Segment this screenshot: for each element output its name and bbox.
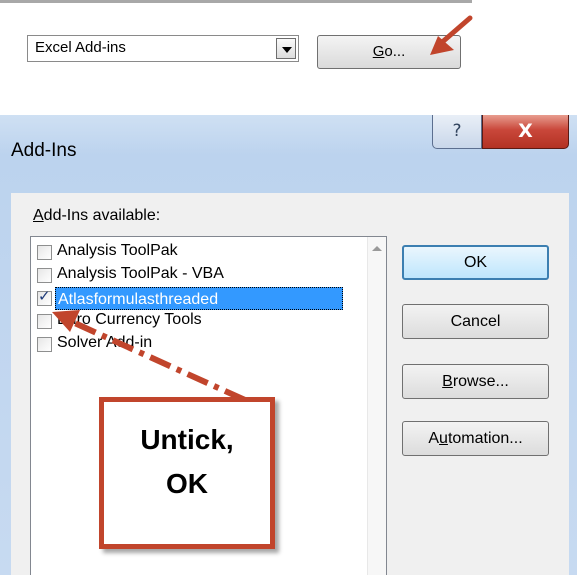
manage-dropdown-value: Excel Add-ins	[35, 39, 126, 56]
callout-line-2: OK	[166, 468, 208, 499]
list-item[interactable]: Analysis ToolPak	[37, 241, 347, 264]
list-item[interactable]: Solver Add-in	[37, 333, 347, 356]
cancel-button[interactable]: Cancel	[402, 304, 549, 339]
help-button[interactable]: ?	[432, 115, 482, 149]
callout-line-1: Untick,	[140, 424, 234, 455]
annotation-callout: Untick, OK	[99, 397, 275, 549]
add-in-checkbox[interactable]	[37, 314, 52, 329]
add-ins-available-label: Add-Ins available:	[33, 207, 161, 224]
add-in-checkbox[interactable]	[37, 268, 52, 283]
ok-button[interactable]: OK	[402, 245, 549, 280]
chevron-down-icon[interactable]	[276, 38, 296, 59]
list-scrollbar[interactable]	[367, 237, 386, 575]
automation-button[interactable]: Automation...	[402, 421, 549, 456]
list-item[interactable]: Euro Currency Tools	[37, 310, 347, 333]
go-button[interactable]: Go...	[317, 35, 461, 69]
add-in-checkbox[interactable]	[37, 245, 52, 260]
dialog-title: Add-Ins	[11, 140, 77, 161]
browse-button[interactable]: Browse...	[402, 364, 549, 399]
list-item[interactable]: Analysis ToolPak - VBA	[37, 264, 347, 287]
manage-dropdown[interactable]: Excel Add-ins	[27, 35, 299, 62]
close-button[interactable]: X	[482, 115, 569, 149]
add-in-checkbox[interactable]: ✓	[37, 288, 52, 306]
scroll-up-icon[interactable]	[372, 246, 382, 251]
close-icon: X	[518, 120, 533, 142]
add-in-checkbox[interactable]	[37, 337, 52, 352]
check-icon: ✓	[38, 288, 51, 305]
help-icon: ?	[452, 121, 462, 141]
list-item[interactable]: ✓ Atlasformulasthreaded	[37, 287, 347, 310]
go-accesskey: G	[372, 43, 385, 60]
divider	[0, 0, 472, 3]
